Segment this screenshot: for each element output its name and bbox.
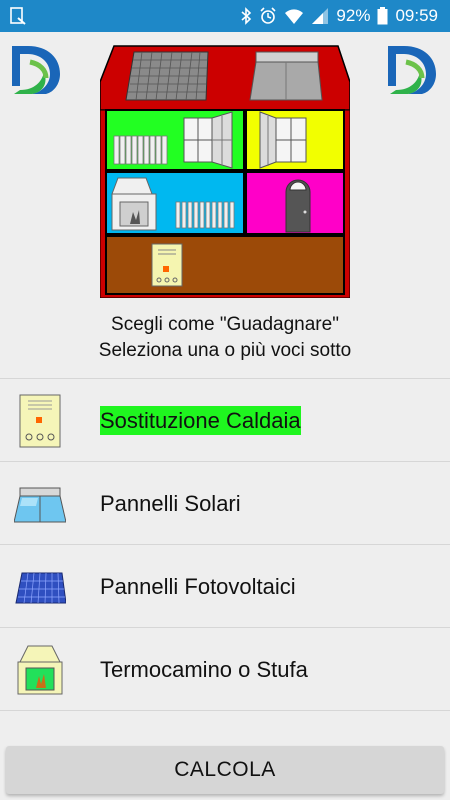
signal-icon (312, 8, 329, 24)
boiler (151, 243, 183, 287)
option-photovoltaic-panels[interactable]: Pannelli Fotovoltaici (0, 544, 450, 627)
instructions-line-2: Seleziona una o più voci sotto (98, 340, 352, 361)
photovoltaic-panel-icon (15, 572, 66, 604)
status-bar: 92% 09:59 (0, 0, 450, 32)
fireplace (111, 177, 157, 231)
calculate-button[interactable]: CALCOLA (6, 746, 444, 794)
roof-solar-thermal-panel (249, 51, 323, 101)
app-logo (388, 46, 436, 94)
roof-photovoltaic-panel (125, 51, 209, 101)
window (183, 111, 233, 169)
boiler-icon (19, 394, 61, 448)
fireplace-icon (17, 645, 63, 695)
bottom-bar: CALCOLA (0, 738, 450, 800)
option-label: Pannelli Fotovoltaici (100, 574, 296, 599)
options-list[interactable]: Sostituzione Caldaia Pannelli Solari Pan… (0, 378, 450, 738)
door (285, 179, 311, 233)
radiator (113, 135, 168, 165)
option-solar-panels[interactable]: Pannelli Solari (0, 461, 450, 544)
instructions-line-1: Scegli come "Guadagnare" (111, 314, 339, 335)
instructions: Scegli come "Guadagnare" Seleziona una o… (0, 312, 450, 364)
window-icon (14, 725, 66, 738)
clock: 09:59 (395, 6, 438, 25)
option-label: Sostituzione Caldaia (100, 406, 301, 435)
option-label: Termocamino o Stufa (100, 657, 308, 682)
option-fireplace-stove[interactable]: Termocamino o Stufa (0, 627, 450, 710)
app-logo (12, 46, 60, 94)
option-windows-partial[interactable] (0, 710, 450, 738)
battery-icon (377, 7, 388, 25)
house-illustration (100, 45, 350, 298)
option-label: Pannelli Solari (100, 491, 241, 516)
bluetooth-icon (241, 7, 252, 25)
wifi-icon (285, 9, 304, 24)
window (259, 111, 307, 169)
screenshot-notification-icon (10, 7, 26, 25)
alarm-icon (260, 7, 276, 24)
solar-thermal-panel-icon (14, 487, 66, 523)
battery-percent: 92% (336, 6, 371, 25)
option-boiler-replacement[interactable]: Sostituzione Caldaia (0, 378, 450, 461)
